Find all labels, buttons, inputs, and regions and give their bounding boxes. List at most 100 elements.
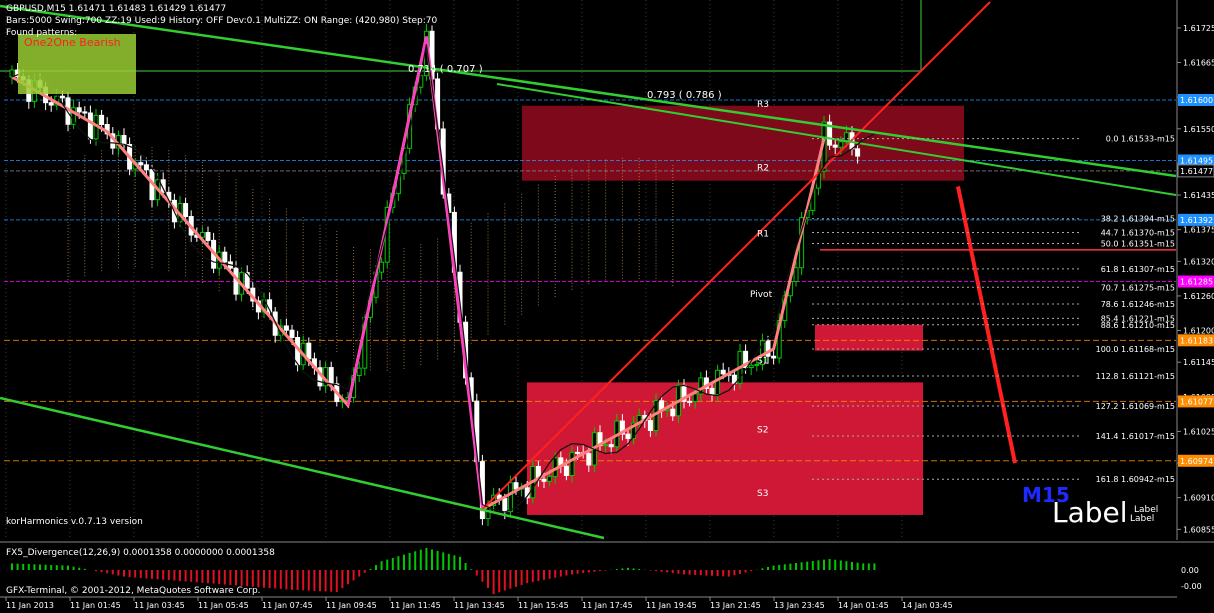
time-tick: 11 Jan 2013	[6, 601, 54, 610]
time-tick: 11 Jan 11:45	[390, 601, 441, 610]
fib-ratio-left: 0.714 ( 0.707 )	[408, 64, 483, 75]
candle-body	[547, 475, 553, 482]
price-highlight-label: 1.61495	[1180, 156, 1213, 165]
price-tick: 1.61260	[1183, 292, 1214, 301]
candle-body	[87, 112, 93, 140]
candle-body	[121, 135, 127, 145]
candle-body	[59, 95, 65, 99]
candle-body	[709, 387, 715, 396]
fib-label: 44.7 1.61370-m15	[1101, 229, 1175, 238]
candle-body	[356, 367, 362, 376]
candle-body	[647, 420, 653, 431]
copyright: GFX-Terminal, © 2001-2012, MetaQuotes So…	[6, 586, 261, 596]
chart[interactable]: GBPUSD,M15 1.61471 1.61483 1.61429 1.614…	[0, 0, 1214, 613]
price-tick: 1.61725	[1183, 24, 1214, 33]
price-tick: 1.61200	[1183, 327, 1214, 336]
candle-body	[625, 433, 631, 440]
candle-body	[855, 148, 861, 157]
pivot-label: S1	[757, 356, 768, 366]
time-tick: 14 Jan 03:45	[902, 601, 953, 610]
candle-body	[306, 342, 312, 360]
price-tick: 1.61435	[1183, 191, 1214, 200]
candle-body	[289, 329, 295, 338]
price-highlight-label: 1.60974	[1180, 457, 1213, 466]
time-tick: 11 Jan 09:45	[326, 601, 377, 610]
candle-body	[183, 203, 189, 218]
candle-body	[563, 465, 569, 476]
candle-body	[502, 498, 508, 513]
candle-body	[138, 162, 144, 166]
sub-window-title: FX5_Divergence(12,26,9) 0.0001358 0.0000…	[6, 548, 275, 558]
fib-label: 100.0 1.61168-m15	[1096, 345, 1175, 354]
fib-label: 50.0 1.61351-m15	[1101, 239, 1175, 248]
pivot-label: S2	[757, 425, 768, 435]
fib-label: 161.8 1.60942-m15	[1096, 475, 1175, 484]
pattern-name: One2One Bearish	[24, 36, 121, 49]
price-highlight-label: 1.61600	[1180, 96, 1213, 105]
big-label: Label	[1052, 496, 1128, 529]
pivot-label: R2	[757, 163, 769, 173]
candle-body	[687, 400, 693, 403]
candle-body	[541, 478, 547, 482]
small-label-2: Label	[1130, 514, 1154, 524]
sub-tick-neg: -0.00	[1181, 582, 1202, 591]
sub-tick-zero: 0.00	[1181, 566, 1199, 575]
indicator-name: korHarmonics v.0.7.13 version	[6, 517, 143, 527]
candle-body	[715, 369, 721, 396]
time-tick: 11 Jan 01:45	[70, 601, 121, 610]
candle-body	[379, 261, 385, 273]
time-tick: 11 Jan 07:45	[262, 601, 313, 610]
price-highlight-label: 1.61077	[1180, 397, 1213, 406]
candle-body	[143, 164, 149, 171]
price-highlight-label: 1.61183	[1180, 336, 1213, 345]
candle-body	[692, 393, 698, 403]
params-header: Bars:5000 Swing:700 ZZ:19 Used:9 History…	[6, 16, 437, 26]
candle-body	[222, 251, 228, 263]
fib-label: 0.0 1.61533-m15	[1106, 135, 1175, 144]
price-tick: 1.61375	[1183, 226, 1214, 235]
time-tick: 11 Jan 17:45	[582, 601, 633, 610]
candle-body	[48, 102, 54, 106]
pivot-label: S3	[757, 489, 768, 499]
price-tick: 1.61025	[1183, 427, 1214, 436]
candle-body	[832, 144, 838, 148]
fib-label: 112.8 1.61121-m15	[1096, 372, 1175, 381]
fib-label: 127.2 1.61069-m15	[1096, 402, 1175, 411]
price-tick: 1.61145	[1183, 358, 1214, 367]
fib-label: 38.2 1.61394-m15	[1101, 215, 1175, 224]
candle-body	[793, 267, 799, 282]
candle-body	[748, 364, 754, 369]
candle-body	[569, 451, 575, 476]
chart-background	[0, 0, 1214, 613]
small-support-zone	[815, 324, 923, 351]
candle-body	[76, 107, 82, 113]
time-tick: 11 Jan 15:45	[518, 601, 569, 610]
fib-label: 70.7 1.61275-m15	[1101, 283, 1175, 292]
fib-label: 88.6 1.61210-m15	[1101, 321, 1175, 330]
time-tick: 11 Jan 03:45	[134, 601, 185, 610]
price-tick: 1.61550	[1183, 125, 1214, 134]
symbol-header: GBPUSD,M15 1.61471 1.61483 1.61429 1.614…	[6, 4, 226, 14]
pivot-label: Pivot	[750, 290, 773, 300]
price-tick: 1.60855	[1183, 525, 1214, 534]
candle-body	[82, 111, 88, 114]
candle-body	[575, 451, 581, 454]
price-highlight-label: 1.61285	[1180, 278, 1213, 287]
fib-label: 61.8 1.61307-m15	[1101, 265, 1175, 274]
time-tick: 13 Jan 23:45	[774, 601, 825, 610]
price-tick: 1.61320	[1183, 257, 1214, 266]
support-zone	[527, 382, 923, 515]
time-tick: 11 Jan 19:45	[646, 601, 697, 610]
candle-body	[507, 482, 513, 513]
time-tick: 11 Jan 05:45	[198, 601, 249, 610]
fib-label: 141.4 1.61017-m15	[1096, 432, 1175, 441]
candle-body	[771, 355, 777, 359]
candle-body	[586, 453, 592, 466]
price-tick: 1.60910	[1183, 494, 1214, 503]
candle-body	[720, 369, 726, 375]
time-tick: 14 Jan 01:45	[838, 601, 889, 610]
candle-body	[328, 367, 334, 385]
candle-body	[608, 444, 614, 448]
candle-body	[838, 141, 844, 148]
candle-body	[205, 231, 211, 241]
